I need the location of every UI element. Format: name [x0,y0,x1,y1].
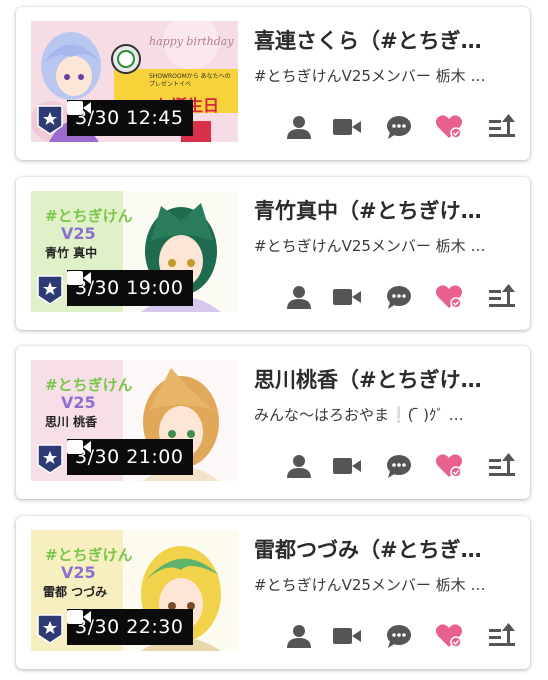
room-card[interactable]: happy birthday SHOWROOMから あなたへのプレゼントイベ お… [16,7,530,160]
room-list: happy birthday SHOWROOMから あなたへのプレゼントイベ お… [0,0,548,680]
room-thumbnail[interactable]: #とちぎけん V25 雷都 つづみ 3/30 22:30 [31,530,238,651]
room-thumbnail[interactable]: #とちぎけん V25 青竹 真中 3/30 19:00 [31,191,238,312]
start-time-badge: 3/30 12:45 [67,100,194,136]
thumbnail-name: 青竹 真中 [45,246,98,260]
chat-bubble-icon [387,455,411,478]
person-icon [287,116,311,139]
person-icon [287,286,311,309]
chat-bubble-icon [387,286,411,309]
room-title[interactable]: 思川桃香（#とちぎけ… [254,364,516,394]
svg-text:V25: V25 [61,393,96,412]
room-subtitle: #とちぎけんV25メンバー 栃木 … [254,67,486,85]
sort-button[interactable] [488,283,518,311]
room-title[interactable]: 雷都つづみ（#とちぎ… [254,534,516,564]
room-subtitle: #とちぎけんV25メンバー 栃木 … [254,237,486,255]
video-camera-icon [67,271,91,285]
comment-button[interactable] [384,113,414,141]
start-time: 3/30 19:00 [75,277,184,299]
favorite-button[interactable] [434,622,464,650]
comment-button[interactable] [384,452,414,480]
start-time: 3/30 12:45 [75,107,184,129]
room-card[interactable]: #とちぎけん V25 思川 桃香 3/30 21:00 思川桃香（#とちぎけ… … [16,346,530,499]
svg-text:V25: V25 [61,563,96,582]
room-title[interactable]: 喜連さくら（#とちぎ… [254,25,516,55]
start-time-badge: 3/30 22:30 [67,609,194,645]
sort-button[interactable] [488,622,518,650]
video-button[interactable] [332,113,362,141]
video-camera-icon [333,458,361,474]
chat-bubble-icon [387,625,411,648]
person-button[interactable] [284,113,314,141]
sort-up-icon [489,453,515,476]
room-subtitle: みんな〜はろおやま❕( ᷇ )ｸﾞ … [254,406,464,424]
svg-text:#とちぎけん: #とちぎけん [45,376,133,394]
svg-text:#とちぎけん: #とちぎけん [45,546,133,564]
video-camera-icon [333,628,361,644]
favorite-button[interactable] [434,452,464,480]
action-bar [284,283,524,311]
room-thumbnail[interactable]: happy birthday SHOWROOMから あなたへのプレゼントイベ お… [31,21,238,142]
room-title[interactable]: 青竹真中（#とちぎけ… [254,195,516,225]
star-shield-icon [37,444,63,474]
sort-up-icon [489,284,515,307]
heart-check-icon [435,624,463,648]
thumbnail-name: 雷都 つづみ [43,585,108,599]
video-camera-icon [333,289,361,305]
star-shield-icon [37,275,63,305]
room-card[interactable]: #とちぎけん V25 雷都 つづみ 3/30 22:30 雷都つづみ（#とちぎ…… [16,516,530,669]
video-camera-icon [67,440,91,454]
comment-button[interactable] [384,622,414,650]
sort-button[interactable] [488,452,518,480]
svg-text:V25: V25 [61,224,96,243]
sort-up-icon [489,623,515,646]
start-time-badge: 3/30 19:00 [67,270,194,306]
room-thumbnail[interactable]: #とちぎけん V25 思川 桃香 3/30 21:00 [31,360,238,481]
star-shield-icon [37,105,63,135]
heart-check-icon [435,115,463,139]
favorite-button[interactable] [434,283,464,311]
action-bar [284,113,524,141]
video-camera-icon [333,119,361,135]
favorite-button[interactable] [434,113,464,141]
start-time-badge: 3/30 21:00 [67,439,194,475]
svg-text:#とちぎけん: #とちぎけん [45,207,133,225]
heart-check-icon [435,285,463,309]
pin-badge [37,614,63,644]
room-subtitle: #とちぎけんV25メンバー 栃木 … [254,576,486,594]
chat-bubble-icon [387,116,411,139]
pin-badge [37,105,63,135]
comment-button[interactable] [384,283,414,311]
person-icon [287,455,311,478]
heart-check-icon [435,454,463,478]
start-time: 3/30 21:00 [75,446,184,468]
room-card[interactable]: #とちぎけん V25 青竹 真中 3/30 19:00 青竹真中（#とちぎけ… … [16,177,530,330]
person-icon [287,625,311,648]
sort-up-icon [489,114,515,137]
video-camera-icon [67,101,91,115]
sort-button[interactable] [488,113,518,141]
person-button[interactable] [284,452,314,480]
pin-badge [37,444,63,474]
video-camera-icon [67,610,91,624]
start-time: 3/30 22:30 [75,616,184,638]
thumbnail-caption: SHOWROOMから あなたへのプレゼントイベ [149,73,231,88]
video-button[interactable] [332,622,362,650]
action-bar [284,622,524,650]
person-button[interactable] [284,622,314,650]
thumbnail-name: 思川 桃香 [45,415,98,429]
person-button[interactable] [284,283,314,311]
action-bar [284,452,524,480]
star-shield-icon [37,614,63,644]
video-button[interactable] [332,283,362,311]
script-text: happy birthday [149,35,234,48]
pin-badge [37,275,63,305]
video-button[interactable] [332,452,362,480]
